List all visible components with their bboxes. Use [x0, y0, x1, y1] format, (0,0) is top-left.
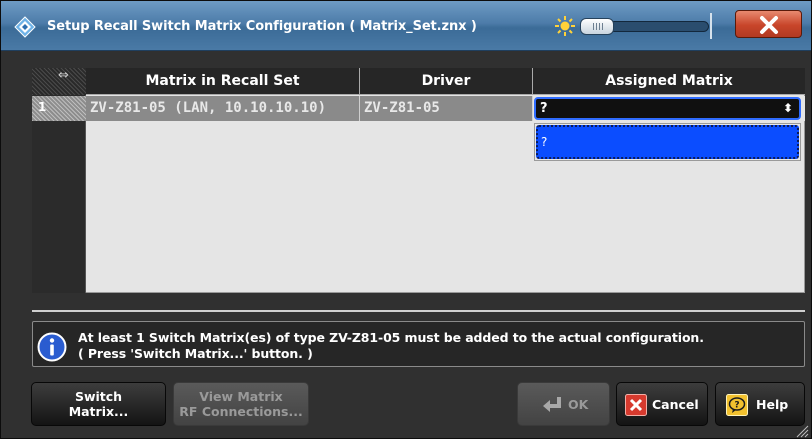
row-index: 1	[38, 100, 47, 114]
resize-grip-icon[interactable]	[793, 422, 809, 438]
view-rf-label-2: RF Connections...	[179, 404, 303, 419]
cell-matrix-in-recall-set[interactable]: ZV-Z81-05 (LAN, 10.10.10.10)	[86, 96, 360, 121]
help-button[interactable]: ? Help	[715, 382, 805, 426]
info-message-line2: ( Press 'Switch Matrix...' button. )	[78, 346, 313, 361]
help-label: Help	[756, 397, 789, 412]
assigned-matrix-dropdown: ?	[534, 123, 801, 161]
info-icon	[37, 332, 67, 362]
assigned-matrix-value: ?	[540, 101, 548, 116]
transparency-slider-thumb[interactable]	[580, 18, 614, 35]
column-header-driver[interactable]: Driver	[360, 68, 533, 95]
view-rf-label-1: View Matrix	[199, 389, 283, 404]
title-separator	[710, 13, 712, 39]
title-bar[interactable]: Setup Recall Switch Matrix Configuration…	[1, 1, 811, 51]
help-question-icon: ?	[726, 394, 748, 416]
enter-arrow-icon	[543, 397, 561, 412]
brightness-sun-icon	[555, 16, 575, 36]
column-header-matrix[interactable]: Matrix in Recall Set	[86, 68, 360, 95]
view-matrix-rf-connections-button[interactable]: View Matrix RF Connections...	[173, 382, 309, 426]
ok-button[interactable]: OK	[517, 382, 610, 426]
info-message-line1: At least 1 Switch Matrix(es) of type ZV-…	[78, 330, 704, 345]
divider	[32, 310, 805, 312]
close-button[interactable]	[735, 10, 802, 38]
window-title: Setup Recall Switch Matrix Configuration…	[47, 19, 477, 34]
assigned-matrix-select[interactable]: ? ⬍	[534, 97, 801, 120]
dropdown-option[interactable]: ?	[536, 125, 799, 159]
cancel-x-icon	[625, 394, 647, 416]
close-icon	[760, 16, 778, 34]
rs-diamond-icon	[14, 16, 36, 38]
cancel-button[interactable]: Cancel	[616, 382, 708, 426]
resize-columns-icon: ⇔	[58, 68, 69, 83]
switch-matrix-label-2: Matrix...	[68, 404, 129, 419]
dialog-window: Setup Recall Switch Matrix Configuration…	[0, 0, 812, 439]
switch-matrix-button[interactable]: Switch Matrix...	[31, 382, 166, 426]
cell-driver[interactable]: ZV-Z81-05	[360, 96, 533, 121]
ok-label: OK	[568, 397, 589, 412]
switch-matrix-label-1: Switch	[74, 389, 123, 404]
cancel-label: Cancel	[652, 397, 699, 412]
column-header-assigned[interactable]: Assigned Matrix	[533, 68, 805, 95]
updown-arrow-icon: ⬍	[782, 101, 793, 115]
row-number-1[interactable]: 1	[32, 96, 86, 121]
svg-text:?: ?	[734, 401, 739, 411]
